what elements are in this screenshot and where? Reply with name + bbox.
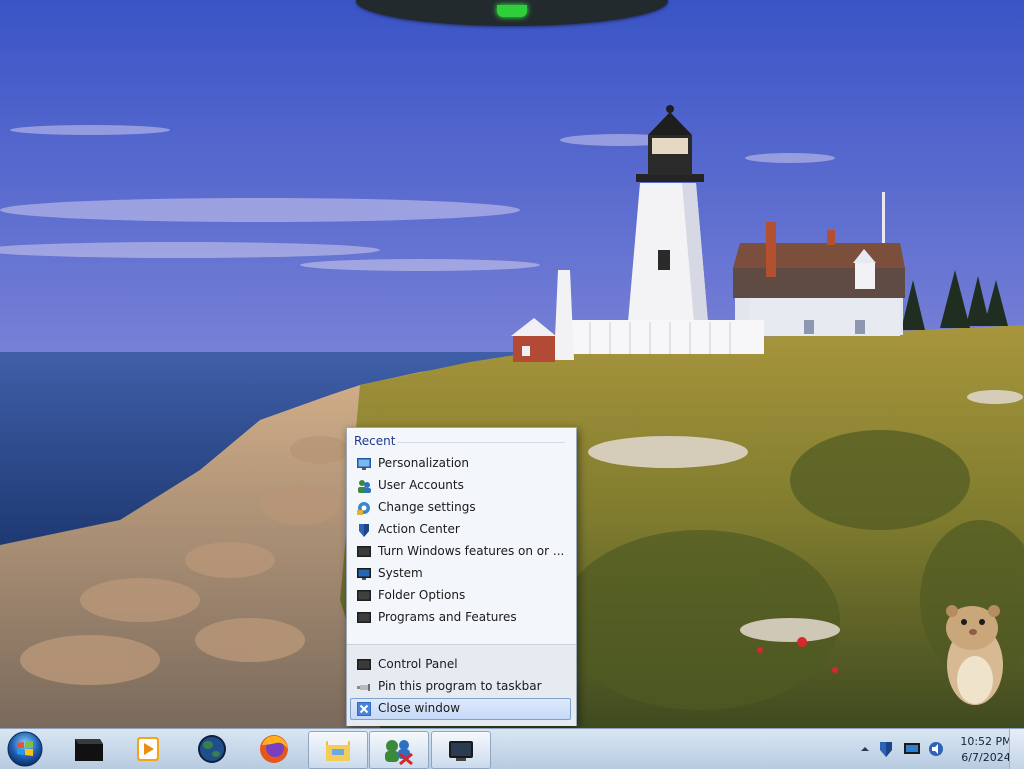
show-desktop-button[interactable] [1009,729,1024,769]
show-hidden-icons-chevron-icon[interactable] [860,744,870,754]
file-explorer-icon [326,738,350,761]
desktop[interactable]: Recent Personalization User Accounts Cha… [0,0,1024,728]
recent-item-label: Change settings [378,500,476,514]
jump-list-menu: Recent Personalization User Accounts Cha… [346,427,577,726]
personalization-icon [357,458,371,470]
task-control-panel[interactable]: Control Panel [351,655,570,675]
recent-item-programs-features[interactable]: Programs and Features [351,608,570,628]
globe-icon [198,735,226,763]
monitor-icon [449,741,473,761]
action-center-flag-icon[interactable] [878,741,894,757]
jump-list-section-title: Recent [354,434,396,448]
system-tray: 10:52 PM 6/7/2024 [834,729,1024,769]
network-icon[interactable] [903,741,921,757]
recent-item-label: System [378,566,423,580]
control-panel-icon [357,659,371,670]
taskbar-app-globe[interactable] [184,731,240,767]
task-label: Control Panel [378,657,458,671]
recent-item-personalization[interactable]: Personalization [351,454,570,474]
task-close-window[interactable]: Close window [350,698,571,720]
clock-time[interactable]: 10:52 PM [956,735,1016,748]
change-settings-icon [357,502,370,515]
recent-item-label: Programs and Features [378,610,517,624]
task-pin-to-taskbar[interactable]: Pin this program to taskbar [351,677,570,697]
clock-date[interactable]: 6/7/2024 [956,751,1016,764]
recent-item-action-center[interactable]: Action Center [351,520,570,540]
recent-item-label: Action Center [378,522,460,536]
black-app-icon [75,739,103,761]
taskbar: 10:52 PM 6/7/2024 [0,728,1024,769]
media-player-icon [137,737,159,761]
recent-item-windows-features[interactable]: Turn Windows features on or ... [351,542,570,562]
taskbar-app-media-player[interactable] [120,731,176,767]
section-divider [397,442,565,443]
recent-item-system[interactable]: System [351,564,570,584]
control-panel-icon [385,740,413,766]
firefox-icon [260,735,288,763]
gadget-indicator-icon [497,5,527,17]
windows-features-icon [357,546,371,557]
taskbar-app-file-explorer[interactable] [308,731,368,769]
jump-list-tasks: Control Panel Pin this program to taskba… [347,644,576,726]
task-label: Pin this program to taskbar [378,679,542,693]
user-accounts-icon [358,480,371,493]
action-center-flag-icon [359,524,369,537]
recent-item-user-accounts[interactable]: User Accounts [351,476,570,496]
pin-icon [357,684,370,691]
taskbar-app-firefox[interactable] [246,731,302,767]
volume-icon[interactable] [928,741,944,757]
taskbar-app-control-panel[interactable] [369,731,429,769]
taskbar-app-monitor[interactable] [431,731,491,769]
start-button-windows-icon[interactable] [6,730,44,768]
recent-item-label: User Accounts [378,478,464,492]
recent-item-label: Turn Windows features on or ... [378,544,565,558]
recent-item-label: Personalization [378,456,469,470]
system-icon [357,568,371,580]
recent-item-label: Folder Options [378,588,466,602]
recent-item-folder-options[interactable]: Folder Options [351,586,570,606]
programs-features-icon [357,612,371,623]
recent-item-change-settings[interactable]: Change settings [351,498,570,518]
folder-options-icon [357,590,371,601]
close-icon [357,702,371,716]
taskbar-app-black[interactable] [60,731,116,767]
task-label: Close window [378,701,461,715]
